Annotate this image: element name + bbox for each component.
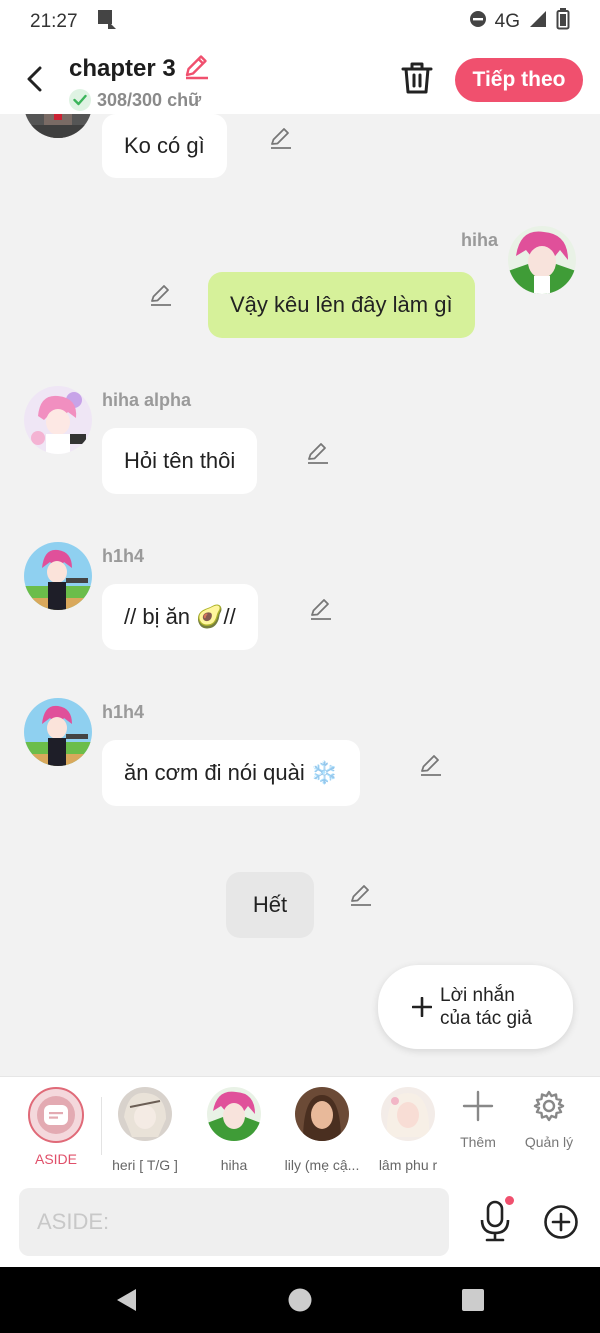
edit-message-icon[interactable] [268,125,294,151]
edit-message-icon[interactable] [348,882,374,908]
add-label: Thêm [460,1134,496,1150]
aside-icon [44,1105,68,1125]
sender-name: hiha alpha [102,390,192,410]
manage-button[interactable]: Quản lý [514,1089,584,1150]
delete-button[interactable] [400,60,434,96]
chapter-info: chapter 3 308/300 chữ [69,52,210,111]
end-marker[interactable]: Hết [226,872,314,938]
character-lily[interactable]: lily (mẹ cậ... [282,1087,362,1173]
manage-label: Quản lý [524,1134,574,1150]
signal-icon [528,10,548,34]
nav-home-button[interactable] [287,1287,313,1313]
message-bubble[interactable]: ăn cơm đi nói quài ❄️ [102,740,361,806]
gear-icon [533,1090,565,1122]
trash-icon [401,62,433,94]
back-arrow-icon [27,66,42,92]
character-aside[interactable]: ASIDE [16,1087,96,1167]
app-header: chapter 3 308/300 chữ Tiếp theo [0,44,600,114]
message-bubble[interactable]: Vậy kêu lên đây làm gì [208,272,475,338]
character-label: hiha [220,1157,248,1173]
character-label: lily (mẹ cậ... [284,1157,360,1173]
author-note-label-1: Lời nhắn [440,985,515,1006]
nav-back-button[interactable] [114,1287,140,1313]
nav-recents-button[interactable] [460,1287,486,1313]
author-note-label-2: của tác giả [440,1008,532,1029]
edit-message-icon[interactable] [418,752,444,778]
message-bubble[interactable]: Hỏi tên thôi [102,428,258,494]
attach-button[interactable] [543,1204,579,1240]
avatar[interactable] [508,226,576,294]
character-lam[interactable]: lâm phu r [368,1087,448,1173]
plus-circle-icon [544,1205,578,1239]
chat-area[interactable]: Ko có gì hiha Vậy kêu lên đây làm gì hih… [0,114,600,1076]
plus-icon [462,1090,494,1122]
character-heri[interactable]: heri [ T/G ] [105,1087,185,1173]
next-button[interactable]: Tiếp theo [455,58,583,102]
add-character-button[interactable]: Thêm [443,1089,513,1150]
avatar[interactable] [24,698,92,766]
sender-name: h1h4 [102,546,145,566]
back-button[interactable] [18,62,52,96]
character-label: ASIDE [34,1151,77,1167]
message-bubble[interactable]: Ko có gì [102,114,227,178]
edit-title-icon[interactable] [182,52,210,85]
sim-icon [96,9,118,35]
mic-button[interactable] [478,1196,514,1244]
avatar[interactable] [24,542,92,610]
character-label: heri [ T/G ] [112,1157,178,1173]
nav-back-icon [117,1289,136,1311]
character-hiha[interactable]: hiha [194,1087,274,1173]
character-bar: ASIDE heri [ T/G ] hiha lily (mẹ cậ... l… [0,1076,600,1178]
composer-bar [0,1178,600,1267]
word-count: 308/300 chữ [97,89,202,110]
author-note-button[interactable]: Lời nhắn của tác giả [378,965,573,1049]
avatar[interactable] [24,386,92,454]
nav-recents-icon [462,1289,484,1311]
divider [101,1097,102,1155]
system-nav-bar [0,1267,600,1333]
message-bubble[interactable]: // bị ăn 🥑// [102,584,258,650]
battery-icon [556,8,570,36]
chapter-title: chapter 3 [69,54,176,82]
network-type: 4G [494,11,520,32]
check-icon [69,89,91,111]
nav-home-icon [288,1288,312,1312]
avatar[interactable] [24,114,92,138]
edit-message-icon[interactable] [305,440,331,466]
edit-message-icon[interactable] [148,282,174,308]
recording-dot [505,1196,514,1205]
edit-message-icon[interactable] [308,596,334,622]
mic-icon [480,1200,510,1242]
status-time: 21:27 [30,11,78,32]
dnd-icon [469,10,487,34]
message-input[interactable] [19,1188,449,1256]
character-label: lâm phu r [378,1157,438,1173]
plus-icon [412,997,432,1017]
status-bar: 21:27 4G [0,0,600,44]
sender-name: h1h4 [102,702,145,722]
sender-name: hiha [461,230,499,250]
